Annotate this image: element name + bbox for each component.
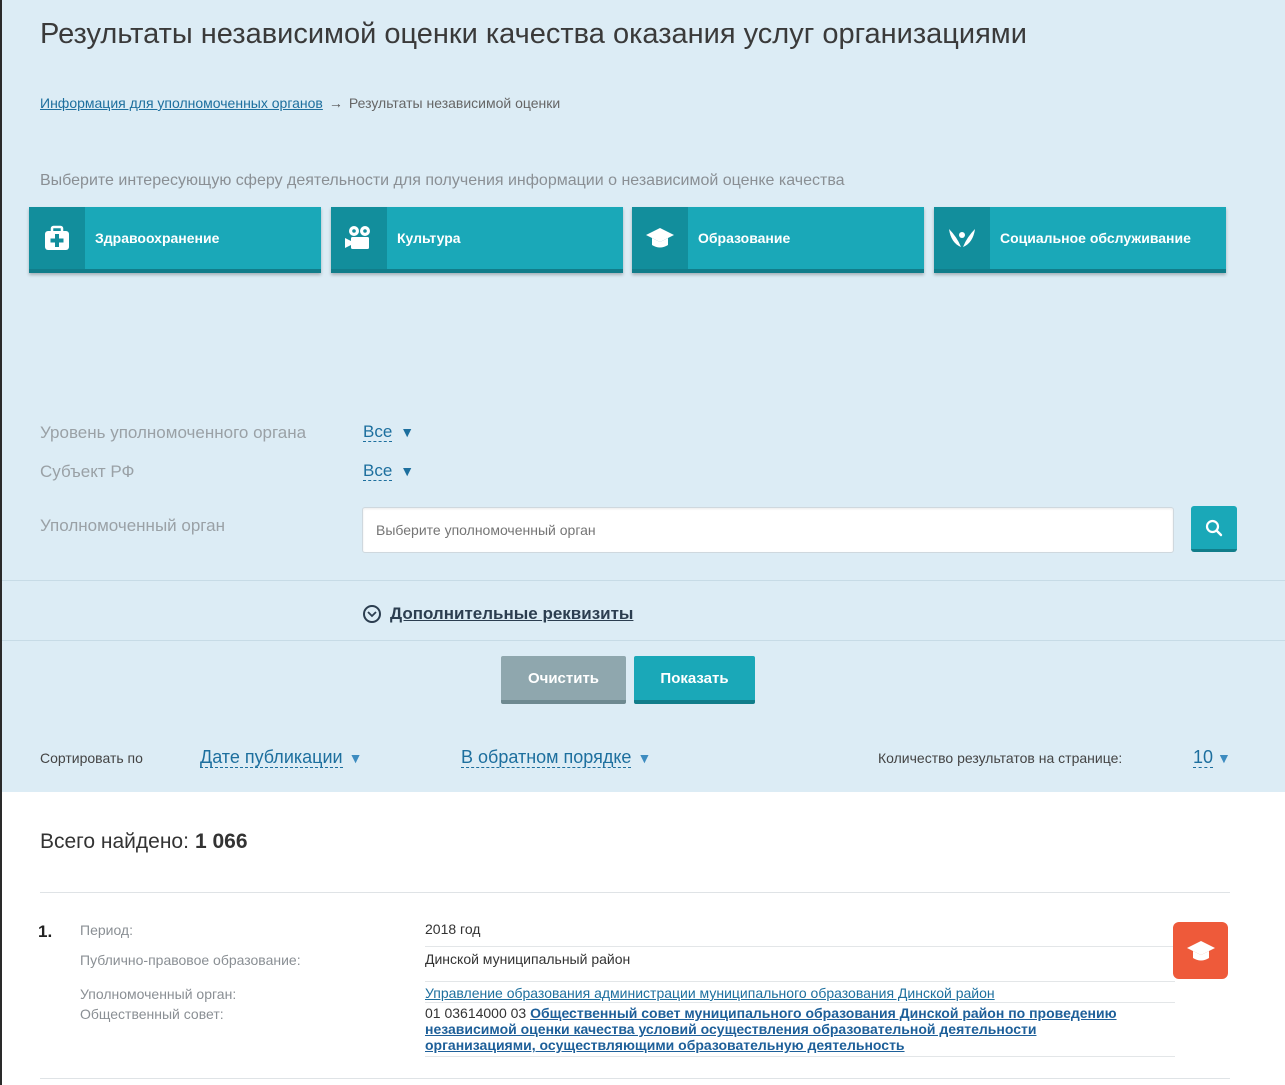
divider (40, 892, 1230, 893)
breadcrumb-arrow: → (328, 95, 343, 111)
result-number: 1. (38, 922, 53, 941)
sphere-label: Здравоохранение (95, 230, 220, 246)
search-button[interactable] (1191, 506, 1237, 552)
graduation-cap-icon (632, 207, 688, 269)
sphere-button-social-services[interactable]: Социальное обслуживание (934, 207, 1226, 273)
breadcrumb: Информация для уполномоченных органов → Ре… (40, 95, 560, 111)
page-title: Результаты независимой оценки качества о… (40, 18, 1027, 50)
chevron-down-icon: ▼ (1217, 750, 1231, 766)
subject-filter-value: Все (363, 461, 393, 481)
row-divider (425, 946, 1175, 947)
chevron-down-icon: ▼ (400, 463, 415, 479)
sphere-button-education[interactable]: Образование (632, 207, 924, 273)
council-value: 01 03614000 03 Общественный совет муници… (425, 1005, 1125, 1053)
organ-label: Уполномоченный орган: (80, 986, 237, 1002)
row-divider (425, 1002, 1175, 1003)
sphere-button-healthcare[interactable]: Здравоохранение (29, 207, 321, 273)
level-filter-label: Уровень уполномоченного органа (40, 423, 307, 442)
sort-field-value: Дате публикации (200, 747, 343, 768)
caring-hands-icon (934, 207, 990, 269)
education-badge (1173, 922, 1228, 979)
sphere-button-culture[interactable]: Культура (331, 207, 623, 273)
organ-value-wrap: Управление образования администрации мун… (425, 985, 995, 1001)
organ-search-input[interactable] (362, 507, 1174, 553)
divider (2, 640, 1285, 641)
chevron-down-circle-icon (363, 605, 381, 623)
council-link[interactable]: Общественный совет муниципального образо… (425, 1005, 1117, 1053)
divider (2, 580, 1285, 581)
results-per-page-value: 10 (1193, 747, 1214, 768)
entity-value: Динской муниципальный район (425, 951, 631, 967)
organ-link[interactable]: Управление образования администрации мун… (425, 985, 995, 1001)
breadcrumb-link-authorized-organs[interactable]: Информация для уполномоченных органов (40, 95, 323, 111)
sphere-label: Культура (397, 230, 461, 246)
clear-button[interactable]: Очистить (501, 656, 626, 704)
sort-order-value: В обратном порядке (461, 747, 632, 768)
sort-field-dropdown[interactable]: Дате публикации ▼ (200, 747, 362, 768)
breadcrumb-current: Результаты независимой оценки (348, 95, 561, 111)
total-found-value: 1 066 (194, 830, 248, 853)
search-icon (1205, 519, 1223, 536)
total-found-label: Всего найдено: (40, 830, 189, 853)
divider (40, 1078, 1230, 1079)
total-found: Всего найдено: 1 066 (40, 830, 248, 854)
sphere-label: Социальное обслуживание (1000, 230, 1191, 246)
row-divider (425, 981, 1175, 982)
sort-label: Сортировать по (40, 750, 143, 766)
council-label: Общественный совет: (80, 1006, 224, 1022)
medical-kit-icon (29, 207, 85, 269)
chevron-down-icon: ▼ (400, 424, 415, 440)
sort-order-dropdown[interactable]: В обратном порядке ▼ (461, 747, 651, 768)
row-divider (425, 1056, 1175, 1057)
period-label: Период: (80, 922, 133, 938)
extra-details-label: Дополнительные реквизиты (390, 604, 634, 623)
council-code: 01 03614000 03 (425, 1005, 527, 1021)
extra-details-toggle[interactable]: Дополнительные реквизиты (363, 604, 633, 624)
chevron-down-icon: ▼ (637, 750, 652, 766)
results-per-page-label: Количество результатов на странице: (878, 750, 1123, 766)
level-filter-value: Все (363, 422, 393, 442)
subject-filter-label: Субъект РФ (40, 462, 135, 481)
results-per-page-dropdown[interactable]: 10 ▼ (1193, 747, 1231, 768)
period-value: 2018 год (425, 921, 481, 937)
sphere-label: Образование (698, 230, 791, 246)
organ-filter-label: Уполномоченный орган (40, 516, 225, 535)
level-filter-dropdown[interactable]: Все ▼ (363, 422, 414, 442)
show-button[interactable]: Показать (634, 656, 755, 704)
sphere-intro-text: Выберите интересующую сферу деятельности… (40, 172, 845, 189)
film-camera-icon (331, 207, 387, 269)
chevron-down-icon: ▼ (348, 750, 363, 766)
entity-label: Публично-правовое образование: (80, 952, 301, 968)
graduation-cap-icon (1186, 940, 1215, 960)
subject-filter-dropdown[interactable]: Все ▼ (363, 461, 414, 481)
